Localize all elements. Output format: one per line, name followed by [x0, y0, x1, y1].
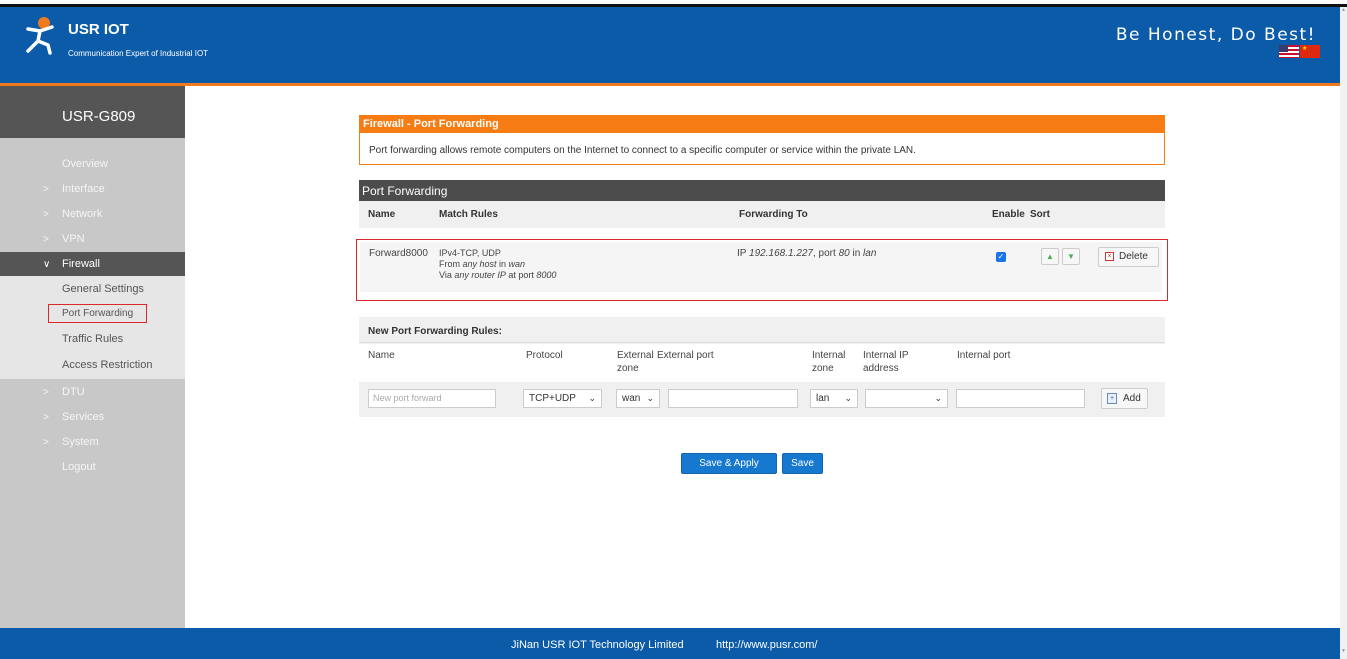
- add-button[interactable]: + Add: [1101, 388, 1148, 409]
- page-title: Firewall - Port Forwarding: [359, 115, 1165, 133]
- rule-name: Forward8000: [369, 248, 428, 259]
- sidebar-item-system[interactable]: > System: [0, 430, 185, 455]
- brand-tagline: Communication Expert of Industrial IOT: [68, 49, 209, 58]
- col-forwarding-to: Forwarding To: [739, 209, 808, 220]
- label-external-port: External port: [657, 350, 714, 361]
- new-rules-inputs: New port forward TCP+UDP ⌄ wan ⌄ lan ⌄ ⌄ + …: [359, 382, 1165, 417]
- new-rules-title: New Port Forwarding Rules:: [359, 317, 1165, 343]
- scroll-down-icon[interactable]: ▼: [1340, 648, 1347, 658]
- col-enable: Enable: [992, 209, 1025, 220]
- chevron-right-icon: >: [43, 437, 49, 448]
- save-button[interactable]: Save: [782, 453, 823, 474]
- new-rules-labels: Name Protocol External zone External port…: [359, 344, 1165, 382]
- chevron-right-icon: >: [43, 184, 49, 195]
- enable-checkbox[interactable]: ✓: [996, 252, 1006, 262]
- sidebar-item-firewall[interactable]: ∨ Firewall: [0, 252, 185, 277]
- sidebar-item-dtu[interactable]: > DTU: [0, 380, 185, 405]
- label-internal-zone: Internal zone: [812, 350, 846, 374]
- rule-forward-to: IP 192.168.1.227, port 80 in lan: [737, 248, 877, 259]
- brand-name: USR IOT: [68, 21, 129, 38]
- chevron-down-icon: ⌄: [646, 393, 654, 403]
- scroll-up-icon[interactable]: ▲: [1340, 7, 1347, 17]
- save-apply-button[interactable]: Save & Apply: [681, 453, 777, 474]
- table-row: Forward8000 IPv4-TCP, UDP From any host …: [356, 239, 1168, 301]
- footer-company: JiNan USR IOT Technology Limited: [511, 639, 684, 651]
- sidebar-item-label: Firewall: [62, 258, 100, 270]
- match-via: Via any router IP at port 8000: [439, 270, 557, 280]
- sidebar-item-overview[interactable]: Overview: [0, 152, 185, 177]
- external-port-input[interactable]: [668, 389, 798, 408]
- col-match-rules: Match Rules: [439, 209, 498, 220]
- new-rules-section: New Port Forwarding Rules: Name Protocol…: [359, 317, 1165, 417]
- label-internal-ip: Internal IP address: [863, 350, 909, 374]
- label-internal-port: Internal port: [957, 350, 1011, 361]
- chevron-right-icon: >: [43, 412, 49, 423]
- chevron-right-icon: >: [43, 387, 49, 398]
- label-external-zone: External zone: [617, 350, 654, 374]
- sidebar-item-vpn[interactable]: > VPN: [0, 227, 185, 252]
- sidebar-item-interface[interactable]: > Interface: [0, 177, 185, 202]
- chevron-right-icon: >: [43, 209, 49, 220]
- chevron-down-icon: ⌄: [934, 393, 942, 403]
- scrollbar[interactable]: [1340, 7, 1347, 659]
- protocol-select[interactable]: TCP+UDP ⌄: [523, 389, 602, 408]
- delete-icon: ×: [1105, 252, 1114, 261]
- sidebar-item-label: System: [62, 436, 99, 448]
- label-protocol: Protocol: [526, 350, 563, 361]
- main-content: Firewall - Port Forwarding Port forwardi…: [185, 86, 1340, 628]
- cn-flag-icon[interactable]: ★: [1300, 45, 1320, 58]
- footer: JiNan USR IOT Technology Limited http://…: [0, 628, 1340, 659]
- internal-zone-select[interactable]: lan ⌄: [810, 389, 858, 408]
- label-name: Name: [368, 350, 395, 361]
- chevron-down-icon: ⌄: [844, 393, 852, 403]
- submenu-traffic-rules[interactable]: Traffic Rules: [62, 333, 123, 345]
- chevron-down-icon: ∨: [43, 259, 51, 270]
- move-up-button[interactable]: ▲: [1041, 248, 1059, 265]
- add-icon: +: [1107, 393, 1117, 404]
- sidebar-item-label: Interface: [62, 183, 105, 195]
- sidebar: USR-G809 Overview > Interface > Network …: [0, 86, 185, 628]
- sidebar-item-label: VPN: [62, 233, 85, 245]
- move-down-button[interactable]: ▼: [1062, 248, 1080, 265]
- section-title: Port Forwarding: [359, 180, 1165, 201]
- submenu-port-forwarding[interactable]: Port Forwarding: [48, 304, 148, 323]
- logo-icon: [26, 17, 54, 55]
- name-input[interactable]: New port forward: [368, 389, 496, 408]
- sidebar-item-label: DTU: [62, 386, 85, 398]
- sidebar-item-label: Network: [62, 208, 103, 220]
- external-zone-select[interactable]: wan ⌄: [616, 389, 660, 408]
- sidebar-item-label: Logout: [62, 461, 96, 473]
- submenu-general-settings[interactable]: General Settings: [62, 283, 144, 295]
- sidebar-item-label: Overview: [62, 158, 108, 170]
- match-protocol: IPv4-TCP, UDP: [439, 248, 501, 258]
- rule-content: Forward8000 IPv4-TCP, UDP From any host …: [360, 242, 1162, 292]
- us-flag-icon[interactable]: [1279, 45, 1299, 58]
- header: USR IOT Communication Expert of Industri…: [0, 7, 1340, 83]
- footer-url[interactable]: http://www.pusr.com/: [716, 639, 817, 651]
- sidebar-item-logout[interactable]: Logout: [0, 455, 185, 480]
- match-source: From any host in wan: [439, 259, 526, 269]
- delete-button[interactable]: × Delete: [1098, 247, 1159, 267]
- submenu-access-restriction[interactable]: Access Restriction: [62, 359, 152, 371]
- rule-match: IPv4-TCP, UDP From any host in wan Via a…: [439, 248, 556, 281]
- table-header: Name Match Rules Forwarding To Enable So…: [359, 201, 1165, 228]
- internal-port-input[interactable]: [956, 389, 1085, 408]
- sidebar-item-network[interactable]: > Network: [0, 202, 185, 227]
- col-name: Name: [368, 209, 396, 220]
- sidebar-item-label: Services: [62, 411, 105, 423]
- firewall-submenu: General Settings Port Forwarding Traffic…: [0, 276, 185, 379]
- sidebar-item-services[interactable]: > Services: [0, 405, 185, 430]
- slogan: Be Honest, Do Best!: [1115, 25, 1316, 45]
- page-description: Port forwarding allows remote computers …: [359, 133, 1165, 165]
- device-title: USR-G809: [0, 86, 185, 138]
- chevron-right-icon: >: [43, 234, 49, 245]
- chevron-down-icon: ⌄: [588, 393, 596, 403]
- col-sort: Sort: [1030, 209, 1050, 220]
- internal-ip-select[interactable]: ⌄: [865, 389, 948, 408]
